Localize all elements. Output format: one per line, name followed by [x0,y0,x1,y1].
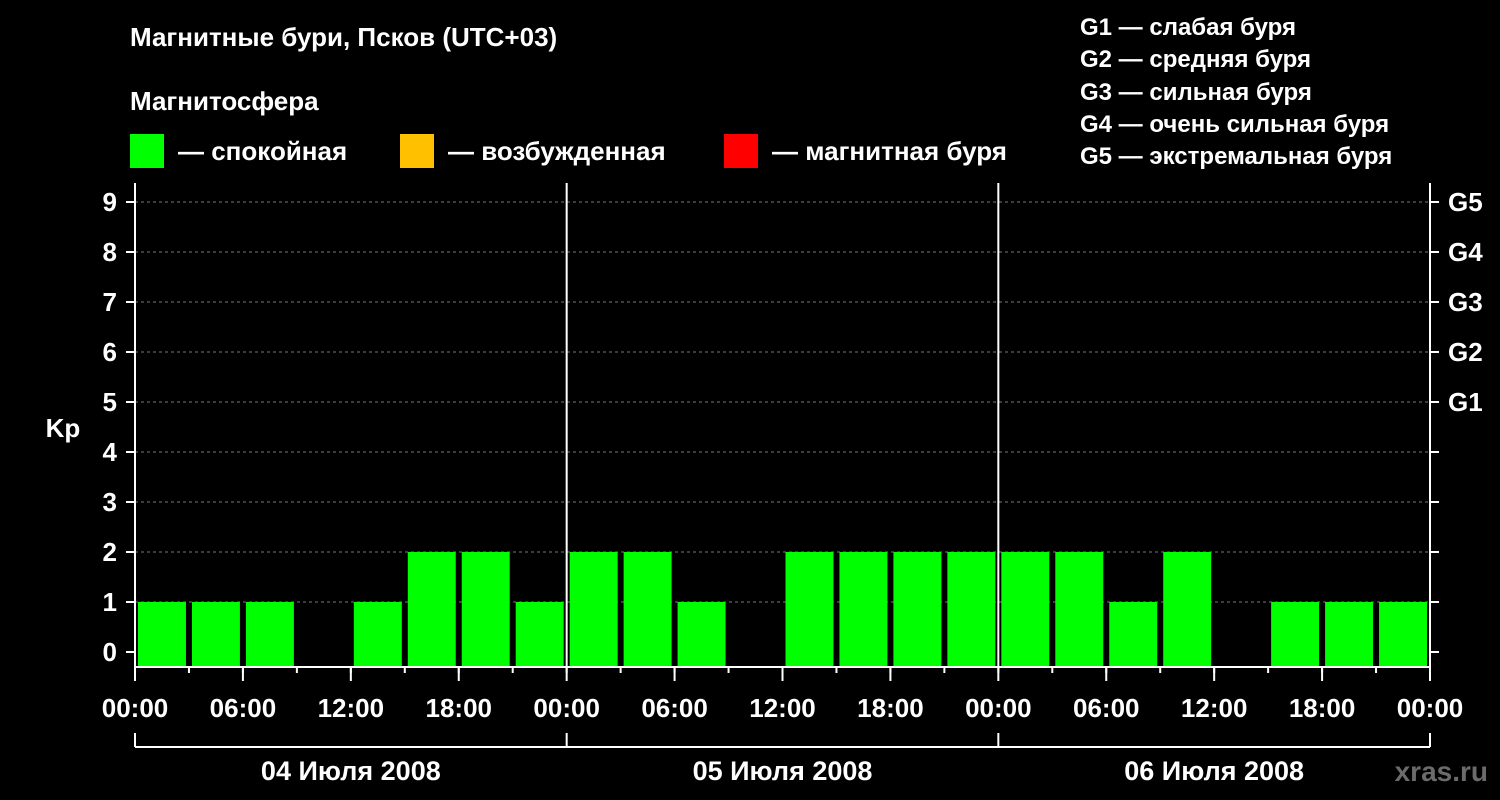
kp-bar [407,552,456,667]
kp-bar [623,552,672,667]
day-label: 04 Июля 2008 [261,756,441,786]
x-tick-label: 00:00 [102,693,169,723]
kp-bar [893,552,942,667]
x-tick-label: 12:00 [749,693,816,723]
kp-bar [1379,602,1427,667]
x-tick-label: 18:00 [1289,693,1356,723]
kp-bar [138,602,186,667]
y-tick-label: 5 [103,387,117,417]
y-tick-label: 1 [103,587,117,617]
g-tick-label: G1 [1448,387,1483,417]
axes-layer: 0 1 2 3 4 5 6 7 8 9 G1 G2 G3 G4 G5 00:00 06:00 12:00 18:00… [102,183,1483,786]
kp-bar [569,552,618,667]
g-tick-label: G2 [1448,337,1483,367]
kp-bar [245,602,294,667]
y-tick-label: 2 [103,537,117,567]
kp-bar [839,552,888,667]
kp-bar [1001,552,1050,667]
x-tick-label: 00:00 [965,693,1032,723]
kp-bar [515,602,564,667]
kp-bar [677,602,726,667]
g-tick-label: G5 [1448,187,1483,217]
x-tick-label: 18:00 [426,693,493,723]
y-tick-label: 3 [103,487,117,517]
watermark: xras.ru [1394,756,1488,787]
bars-layer [138,552,1427,667]
kp-bar [1271,602,1320,667]
kp-bar [353,602,402,667]
y-tick-label: 9 [103,187,117,217]
y-tick-label: 4 [103,437,118,467]
x-tick-label: 06:00 [210,693,277,723]
kp-bar [947,552,996,667]
y-tick-label: 6 [103,337,117,367]
kp-bar [1109,602,1158,667]
x-tick-label: 18:00 [857,693,924,723]
g-tick-label: G4 [1448,237,1483,267]
kp-bar [191,602,240,667]
x-tick-label: 12:00 [318,693,385,723]
kp-bar [1325,602,1374,667]
y-tick-label: 0 [103,637,117,667]
day-label: 05 Июля 2008 [693,756,873,786]
kp-chart: 0 1 2 3 4 5 6 7 8 9 G1 G2 G3 G4 G5 00:00 06:00 12:00 18:00… [46,183,1483,786]
x-tick-label: 06:00 [641,693,708,723]
y-tick-label: 7 [103,287,117,317]
x-tick-label: 00:00 [1397,693,1464,723]
y-tick-label: 8 [103,237,117,267]
grid-layer [135,201,1430,603]
day-label: 06 Июля 2008 [1124,756,1304,786]
kp-bar [461,552,510,667]
x-tick-label: 12:00 [1181,693,1248,723]
y-axis-label: Kp [46,413,81,443]
g-tick-label: G3 [1448,287,1483,317]
kp-bar [785,552,834,667]
x-tick-label: 00:00 [533,693,600,723]
x-tick-label: 06:00 [1073,693,1140,723]
kp-bar [1055,552,1104,667]
kp-bar [1163,552,1212,667]
